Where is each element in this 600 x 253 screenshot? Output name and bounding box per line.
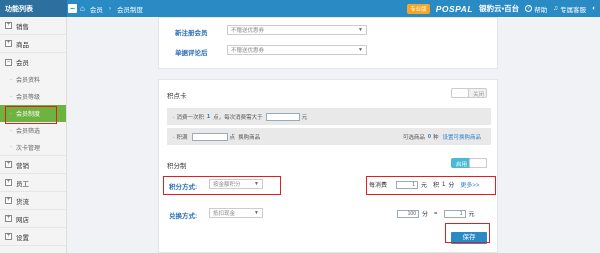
sidebar-subitem-member-level[interactable]: · 会员等级 [0,88,66,105]
points-card-title: 积点卡 [167,93,187,100]
exchangeable-count: 0 [427,133,431,140]
sidebar-item-staff[interactable]: + 员工 [0,174,66,192]
expand-icon: + [5,40,12,47]
sidebar-item-settings[interactable]: + 设置 [0,228,66,246]
user-icon[interactable]: ◐ [592,5,596,12]
exchange-points-input[interactable]: 100 [397,209,419,218]
sidebar-item-products[interactable]: + 商品 [0,35,66,53]
support-link[interactable]: ♫ 专属客服 [553,4,586,14]
sidebar-item-logistics[interactable]: + 货流 [0,192,66,210]
headset-icon: ♫ [553,5,559,12]
chevron-down-icon: ▼ [358,47,363,53]
points-card-row-1: . 消费一次积 1 点，每次消费需大于 元 [167,108,491,125]
points-per-visit: 1 [207,113,211,120]
highlight-box-points-rule [366,176,496,195]
breadcrumb: ⌂ 会员 › 会员制度 [80,0,143,17]
highlight-box-save [445,223,490,243]
chevron-down-icon: ▼ [358,27,363,33]
exchange-rule-row: 100 分 = 1 元 [397,209,475,218]
brand-name: 银豹云▪百台 [479,4,520,13]
top-bar: 功能列表 − ⌂ 会员 › 会员制度 专业版 POSPAL 银豹云▪百台 ? 帮助… [0,0,600,17]
help-icon: ? [525,5,533,12]
sidebar-title: 功能列表 [0,0,67,17]
highlight-box-sidebar [5,106,57,124]
expand-icon: + [5,179,12,186]
expand-icon: + [5,22,12,29]
highlight-box-points-method [163,176,281,195]
expand-icon: + [5,197,12,204]
brand-logo: POSPAL [435,3,474,14]
set-exchange-products-link[interactable]: 设置可换购商品 [442,133,481,141]
breadcrumb-separator: › [108,5,112,12]
exchange-cash-input[interactable]: 1 [443,209,466,218]
sidebar-subitem-member-info[interactable]: · 会员资料 [0,71,66,88]
expand-icon: + [5,215,12,222]
collapse-icon: − [5,58,12,66]
sidebar: + 销售 + 商品 − 会员 · 会员资料 · 会员等级 · 会员制度 · 会员筛选 · 次卡管… [0,17,67,253]
sidebar-item-members[interactable]: − 会员 [0,53,66,71]
exchange-method-select[interactable]: 抵扣现金 ▼ [209,208,263,218]
sidebar-subitem-member-filter[interactable]: · 会员筛选 [0,122,66,139]
sidebar-subitem-card-manage[interactable]: · 次卡管理 [0,139,66,156]
expand-icon: + [5,233,12,240]
home-icon[interactable]: ⌂ [80,4,85,13]
new-member-label: 新注册会员 [175,30,208,37]
collapse-sidebar-button[interactable]: − [68,4,77,13]
points-system-title: 积分制 [167,163,187,170]
points-system-toggle[interactable]: 启用 [451,158,487,168]
new-member-coupon-select[interactable]: 不赠送优惠券 ▼ [227,25,367,35]
points-card-row-2: . 积满 点 换购商品 可选商品 0 种 设置可换购商品 [167,128,491,145]
breadcrumb-member[interactable]: 会员 [90,4,103,14]
header-right: 专业版 POSPAL 银豹云▪百台 ? 帮助 ♫ 专属客服 ◐ [407,0,596,17]
review-coupon-select[interactable]: 不赠送优惠券 ▼ [227,45,367,55]
sidebar-item-sales[interactable]: + 销售 [0,17,66,35]
min-spend-input[interactable] [265,112,300,121]
exchange-method-label: 兑换方式: [169,213,198,220]
coupon-settings-card: 新注册会员 不赠送优惠券 ▼ 单据评论后 不赠送优惠券 ▼ [158,17,498,69]
points-threshold-input[interactable] [191,132,228,141]
help-link[interactable]: ? 帮助 [525,4,547,14]
edition-badge: 专业版 [407,3,430,14]
sidebar-item-marketing[interactable]: + 营销 [0,156,66,174]
breadcrumb-current: 会员制度 [117,6,144,14]
chevron-down-icon: ▼ [254,210,259,216]
main-content: 新注册会员 不赠送优惠券 ▼ 单据评论后 不赠送优惠券 ▼ 积点卡 关闭 . 消费一次… [68,17,600,253]
expand-icon: + [5,161,12,168]
points-card-toggle[interactable]: 关闭 [451,88,487,98]
review-label: 单据评论后 [175,50,208,57]
sidebar-item-webstore[interactable]: + 网店 [0,210,66,228]
